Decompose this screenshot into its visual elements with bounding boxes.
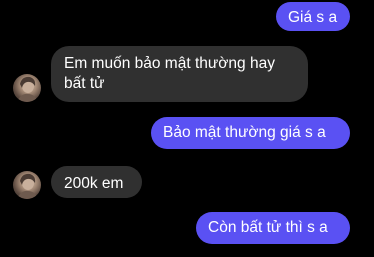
message-text: 200k em	[64, 175, 124, 192]
outgoing-message-bubble[interactable]: Bảo mật thường giá s a	[151, 117, 350, 149]
outgoing-message-bubble[interactable]: Còn bất tử thì s a	[196, 212, 350, 244]
message-text: Em muốn bảo mật thường hay bất tử	[64, 55, 275, 92]
incoming-message-bubble[interactable]: Em muốn bảo mật thường hay bất tử	[51, 46, 308, 102]
message-text: Giá s a	[288, 9, 338, 26]
contact-avatar[interactable]	[13, 74, 41, 102]
avatar-photo-icon	[17, 76, 38, 102]
message-text: Bảo mật thường giá s a	[163, 124, 326, 141]
contact-avatar[interactable]	[13, 171, 41, 199]
message-thread: Giá s a Em muốn bảo mật thường hay bất t…	[0, 0, 374, 257]
outgoing-message-bubble[interactable]: Giá s a	[276, 2, 350, 31]
message-text: Còn bất tử thì s a	[208, 219, 328, 236]
incoming-message-bubble[interactable]: 200k em	[51, 166, 142, 198]
avatar-photo-icon	[17, 173, 38, 199]
